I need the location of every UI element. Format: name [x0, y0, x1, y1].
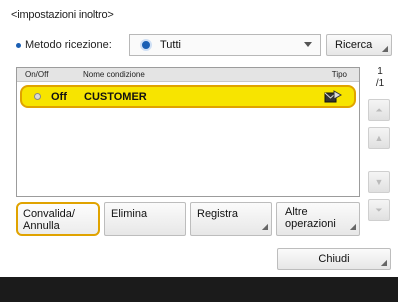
row-onoff: Off [51, 91, 67, 103]
row-name: CUSTOMER [84, 91, 147, 103]
register-label: Registra [197, 208, 238, 220]
header-onoff: On/Off [25, 70, 49, 79]
enable-disable-button[interactable]: Convalida/ Annulla [16, 202, 100, 236]
radio-dot-icon [140, 39, 152, 51]
search-button-label: Ricerca [335, 39, 373, 51]
bullet-icon [16, 42, 21, 48]
corner-arrow-icon: ◢ [381, 44, 388, 53]
corner-arrow-icon: ◢ [261, 222, 268, 231]
convalida-label-1: Convalida/ [23, 208, 75, 220]
forward-mail-icon [324, 89, 343, 108]
scroll-up-button[interactable]: ▲ [368, 127, 390, 149]
up-icon: ▲ [374, 133, 384, 143]
page-current: 1 [377, 66, 383, 77]
method-label-group: Metodo ricezione: [16, 39, 112, 51]
chevron-down-icon [304, 42, 312, 47]
down-icon: ▼ [374, 177, 384, 187]
header-type: Tipo [331, 70, 347, 79]
double-up-icon: ⏶ [375, 105, 383, 115]
method-select[interactable]: Tutti [129, 34, 321, 56]
method-label: Metodo ricezione: [25, 39, 112, 51]
scroll-down-button[interactable]: ▼ [368, 171, 390, 193]
double-down-icon: ⏷ [375, 205, 383, 215]
altre-label-1: Altre [285, 206, 308, 218]
search-button[interactable]: Ricerca ◢ [326, 34, 392, 56]
page-indicator: 1 /1 [370, 66, 390, 90]
list-item[interactable]: Off CUSTOMER [20, 85, 356, 108]
close-button[interactable]: Chiudi ◢ [277, 248, 391, 270]
method-select-value: Tutti [160, 39, 181, 51]
footer-bar [0, 277, 398, 302]
delete-label: Elimina [111, 208, 148, 220]
status-dot-icon [34, 93, 41, 100]
other-operations-button[interactable]: Altre operazioni ◢ [276, 202, 360, 236]
header-name: Nome condizione [83, 70, 145, 79]
convalida-label-2: Annulla [23, 220, 60, 232]
corner-arrow-icon: ◢ [349, 222, 356, 231]
scroll-top-button[interactable]: ⏶ [368, 99, 390, 121]
forward-conditions-list: On/Off Nome condizione Tipo Off CUSTOMER [16, 67, 360, 197]
page-total: /1 [375, 78, 385, 89]
page-title: <impostazioni inoltro> [11, 9, 114, 21]
list-header: On/Off Nome condizione Tipo [17, 68, 359, 82]
altre-label-2: operazioni [285, 218, 336, 230]
delete-button[interactable]: Elimina [104, 202, 186, 236]
register-button[interactable]: Registra ◢ [190, 202, 272, 236]
corner-arrow-icon: ◢ [380, 258, 387, 267]
close-label: Chiudi [318, 253, 350, 265]
scroll-bottom-button[interactable]: ⏷ [368, 199, 390, 221]
